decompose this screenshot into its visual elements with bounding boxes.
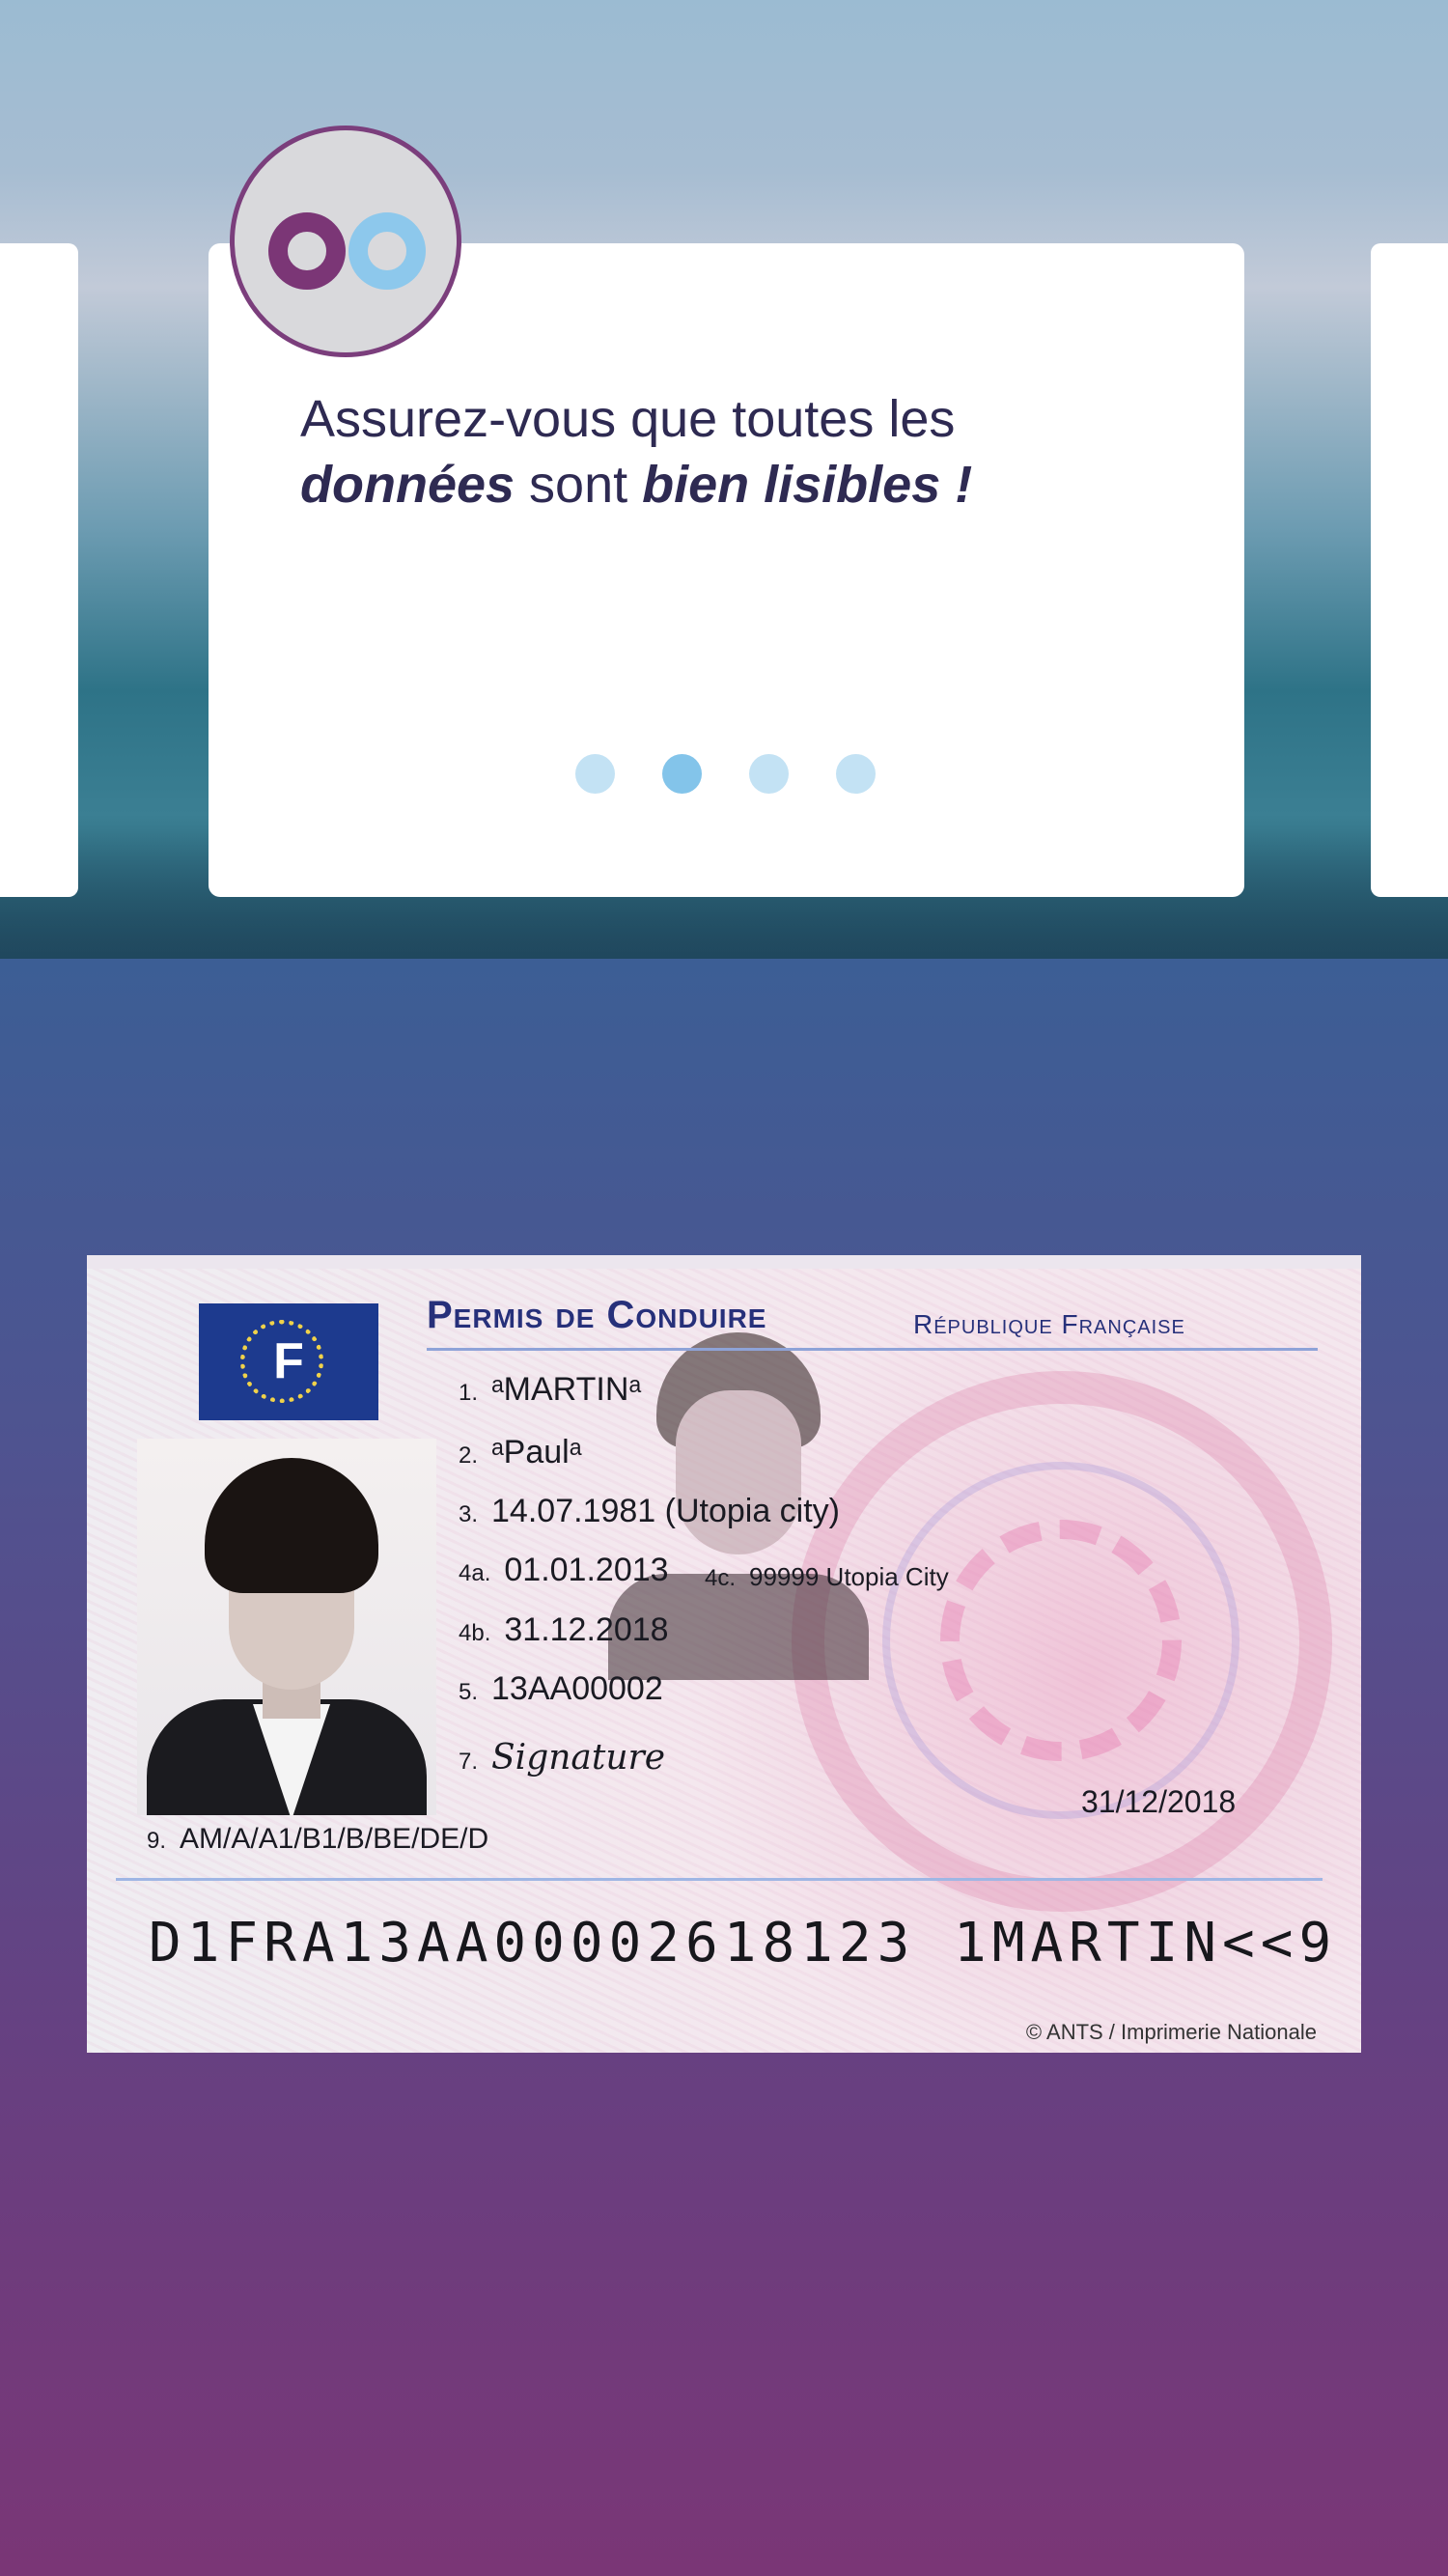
- previous-card-preview[interactable]: [0, 243, 78, 897]
- field-license-number: 5. 13AA00002: [459, 1670, 663, 1707]
- driver-license-sample: F Permis de Conduire République Français…: [87, 1255, 1361, 2053]
- message-emphasis-data: données: [300, 456, 515, 514]
- field-birth: 3. 14.07.1981 (Utopia city): [459, 1493, 840, 1529]
- field-authority: 4c. 99999 Utopia City: [705, 1562, 949, 1591]
- field-category-date: 31/12/2018: [1081, 1784, 1237, 1819]
- machine-readable-zone: D1FRA13AA00002618123 1MARTIN<<9: [149, 1912, 1338, 1974]
- republic-seal-watermark: [792, 1371, 1332, 1912]
- pagination-dot[interactable]: [575, 754, 615, 794]
- message-text-connector: sont: [515, 456, 643, 514]
- image-credit: © ANTS / Imprimerie Nationale: [1025, 2020, 1317, 2044]
- tutorial-message: Assurez-vous que toutes les données sont…: [300, 386, 1150, 518]
- eu-flag-icon: F: [199, 1303, 378, 1420]
- field-issue-date: 4a. 01.01.2013: [459, 1552, 669, 1588]
- next-card-preview[interactable]: [1371, 243, 1448, 897]
- pagination-dot[interactable]: [749, 754, 789, 794]
- holder-photo: [137, 1439, 436, 1815]
- field-firstname: 2. ᵃPaulᵃ: [459, 1434, 582, 1470]
- app-logo-icon: [230, 126, 461, 357]
- license-title: Permis de Conduire: [427, 1294, 767, 1336]
- field-categories: 9. AM/A/A1/B1/B/BE/DE/D: [147, 1823, 489, 1855]
- pagination-dot[interactable]: [836, 754, 876, 794]
- message-emphasis-readable: bien lisibles !: [642, 456, 973, 514]
- pagination-dot-active[interactable]: [662, 754, 702, 794]
- field-surname: 1. ᵃMARTINᵃ: [459, 1371, 642, 1408]
- license-republic: République Française: [913, 1309, 1185, 1339]
- field-expiry-date: 4b. 31.12.2018: [459, 1611, 669, 1648]
- pagination-dots: [575, 754, 876, 794]
- message-text: Assurez-vous que toutes les: [300, 390, 956, 448]
- field-signature: 7. Signature: [459, 1738, 666, 1778]
